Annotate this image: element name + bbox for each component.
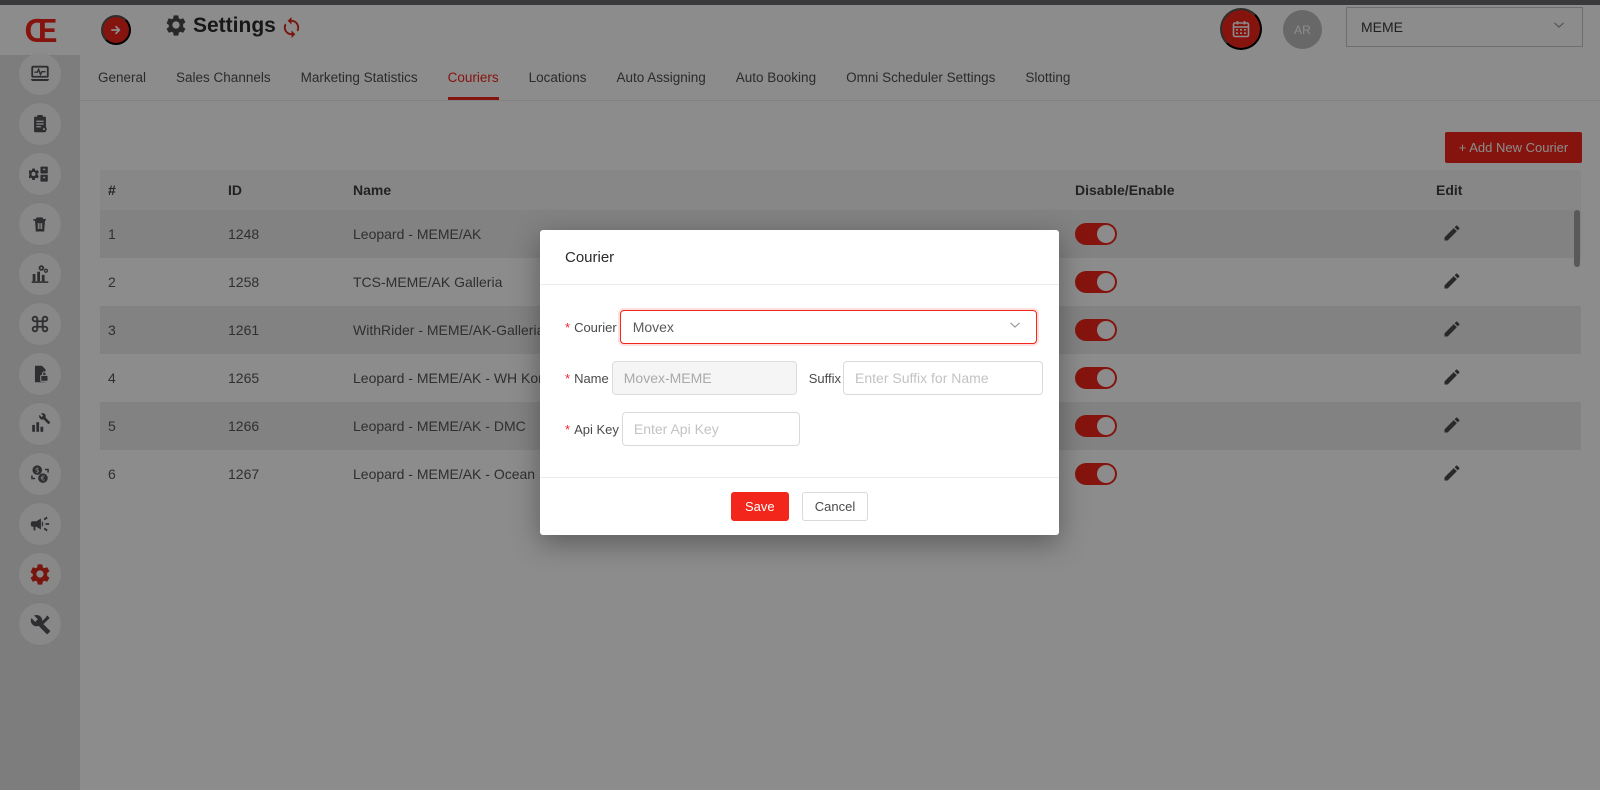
courier-field-row: * Courier Movex — [565, 310, 1037, 344]
courier-select-value: Movex — [633, 319, 1006, 335]
save-button[interactable]: Save — [731, 492, 789, 521]
required-marker: * — [565, 371, 570, 386]
courier-modal: Courier * Courier Movex * Name Suffix * … — [540, 230, 1059, 535]
modal-footer: Save Cancel — [540, 477, 1059, 535]
modal-body: * Courier Movex * Name Suffix * Api Key — [540, 285, 1059, 446]
courier-select[interactable]: Movex — [620, 310, 1037, 344]
modal-header: Courier — [540, 230, 1059, 285]
chevron-down-icon — [1006, 316, 1024, 339]
required-marker: * — [565, 320, 570, 335]
required-marker: * — [565, 422, 570, 437]
suffix-field-label: Suffix — [809, 371, 841, 386]
api-key-field-row: * Api Key — [565, 412, 1037, 446]
modal-title: Courier — [565, 249, 614, 266]
name-input[interactable] — [612, 361, 797, 395]
name-field-label: Name — [574, 371, 609, 386]
api-key-field-label: Api Key — [574, 422, 619, 437]
api-key-input[interactable] — [622, 412, 800, 446]
cancel-button[interactable]: Cancel — [802, 492, 868, 521]
suffix-input[interactable] — [843, 361, 1043, 395]
courier-field-label: Courier — [574, 320, 617, 335]
name-field-row: * Name Suffix — [565, 361, 1037, 395]
